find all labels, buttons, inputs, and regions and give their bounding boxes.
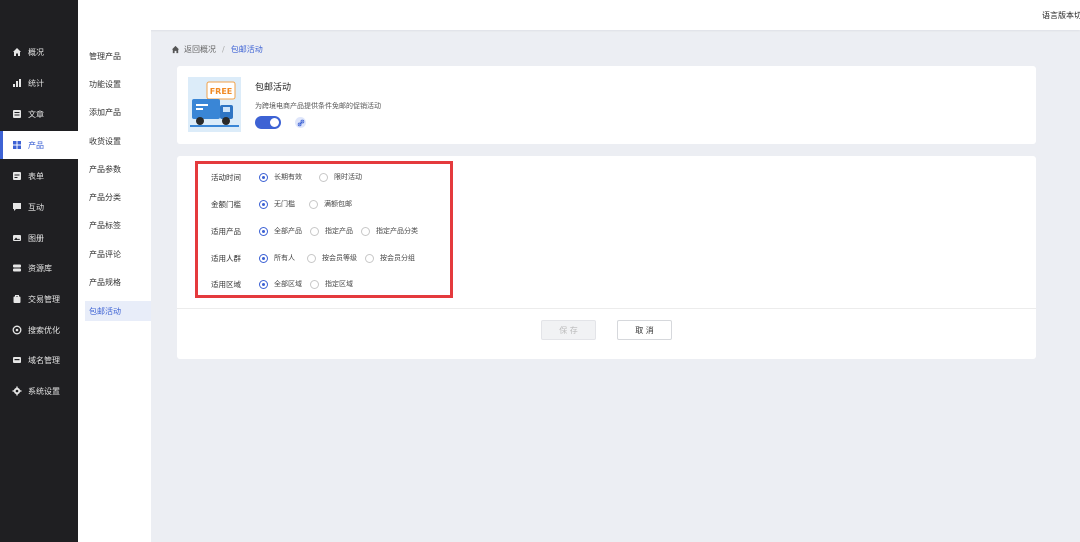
- promo-enable-toggle[interactable]: [255, 116, 281, 129]
- sidebar-item-domain[interactable]: 域名管理: [0, 346, 78, 374]
- submenu-item-label: 产品规格: [89, 277, 121, 287]
- submenu-item-label: 包邮活动: [89, 306, 121, 316]
- form-row-activity-time: 活动时间 长期有效 限时活动: [211, 171, 370, 183]
- promo-info-card: FREE 包邮活动 为跨境电商产品提供条件免邮的促销活动: [177, 66, 1036, 144]
- database-icon: [12, 263, 22, 273]
- form-row-applicable-products: 适用产品 全部产品 指定产品 指定产品分类: [211, 225, 426, 237]
- product-icon: [12, 140, 22, 150]
- sidebar-item-stats[interactable]: 统计: [0, 69, 78, 97]
- link-icon[interactable]: [295, 117, 306, 128]
- home-icon: [171, 45, 180, 53]
- sidebar-item-label: 互动: [28, 202, 44, 212]
- free-shipping-truck-image: FREE: [188, 77, 241, 132]
- product-submenu: 管理产品 功能设置 添加产品 收货设置 产品参数 产品分类 产品标签 产品评论 …: [78, 30, 151, 542]
- radio-member-group[interactable]: 按会员分组: [365, 253, 415, 263]
- radio-limited-time[interactable]: 限时活动: [319, 172, 362, 182]
- submenu-item-shipping-settings[interactable]: 收货设置: [85, 131, 151, 151]
- row-label: 金额门槛: [211, 199, 241, 209]
- sidebar-item-label: 图册: [28, 233, 44, 243]
- submenu-item-label: 产品标签: [89, 220, 121, 230]
- row-label: 适用区域: [211, 279, 241, 289]
- radio-everyone[interactable]: 所有人: [259, 253, 295, 263]
- breadcrumb-back-link[interactable]: 返回概况: [184, 44, 216, 55]
- row-label: 适用人群: [211, 253, 241, 263]
- submenu-item-label: 管理产品: [89, 51, 121, 61]
- gear-icon: [12, 386, 22, 396]
- submenu-item-label: 添加产品: [89, 107, 121, 117]
- sidebar-item-forms[interactable]: 表单: [0, 162, 78, 190]
- sidebar-item-label: 资源库: [28, 263, 52, 273]
- top-bar: 语言版本切: [78, 0, 1080, 30]
- main-sidebar: 概况 统计 文章 产品 表单 互动 图册 资源库 交易管理 搜索优化 域名管理: [0, 0, 78, 542]
- submenu-item-product-category[interactable]: 产品分类: [85, 187, 151, 207]
- submenu-item-manage-products[interactable]: 管理产品: [85, 46, 151, 66]
- sidebar-item-label: 交易管理: [28, 294, 60, 304]
- form-icon: [12, 171, 22, 181]
- save-button[interactable]: 保 存: [541, 320, 596, 340]
- promo-description: 为跨境电商产品提供条件免邮的促销活动: [255, 102, 381, 110]
- sidebar-item-label: 搜索优化: [28, 325, 60, 335]
- home-icon: [12, 47, 22, 57]
- sidebar-item-articles[interactable]: 文章: [0, 100, 78, 128]
- radio-all-products[interactable]: 全部产品: [259, 226, 302, 236]
- sidebar-item-label: 概况: [28, 47, 44, 57]
- sidebar-item-products[interactable]: 产品: [0, 131, 78, 159]
- article-icon: [12, 109, 22, 119]
- submenu-item-label: 产品参数: [89, 164, 121, 174]
- submenu-item-product-reviews[interactable]: 产品评论: [85, 244, 151, 264]
- submenu-item-label: 产品分类: [89, 192, 121, 202]
- sidebar-item-label: 文章: [28, 109, 44, 119]
- form-divider: [177, 308, 1036, 309]
- sidebar-item-settings[interactable]: 系统设置: [0, 377, 78, 405]
- breadcrumb: 返回概况 / 包邮活动: [171, 43, 263, 55]
- chat-icon: [12, 202, 22, 212]
- sidebar-item-label: 表单: [28, 171, 44, 181]
- submenu-item-add-product[interactable]: 添加产品: [85, 102, 151, 122]
- row-label: 活动时间: [211, 172, 241, 182]
- submenu-item-product-params[interactable]: 产品参数: [85, 159, 151, 179]
- trade-icon: [12, 294, 22, 304]
- logo-area: [0, 0, 78, 30]
- sidebar-item-interaction[interactable]: 互动: [0, 193, 78, 221]
- stats-icon: [12, 78, 22, 88]
- form-row-amount-threshold: 金额门槛 无门槛 满额包邮: [211, 198, 360, 210]
- free-label: FREE: [210, 87, 233, 96]
- breadcrumb-separator: /: [222, 44, 225, 54]
- radio-specific-regions[interactable]: 指定区域: [310, 279, 353, 289]
- submenu-item-label: 功能设置: [89, 79, 121, 89]
- domain-icon: [12, 355, 22, 365]
- submenu-item-product-specs[interactable]: 产品规格: [85, 272, 151, 292]
- form-row-applicable-audience: 适用人群 所有人 按会员等级 按会员分组: [211, 252, 423, 264]
- sidebar-item-label: 域名管理: [28, 355, 60, 365]
- sidebar-item-trade[interactable]: 交易管理: [0, 285, 78, 313]
- album-icon: [12, 233, 22, 243]
- submenu-item-product-tags[interactable]: 产品标签: [85, 215, 151, 235]
- promo-title: 包邮活动: [255, 83, 292, 93]
- sidebar-item-label: 系统设置: [28, 386, 60, 396]
- radio-no-threshold[interactable]: 无门槛: [259, 199, 295, 209]
- submenu-item-label: 收货设置: [89, 136, 121, 146]
- sidebar-item-album[interactable]: 图册: [0, 224, 78, 252]
- toggle-knob: [270, 118, 279, 127]
- radio-specific-products[interactable]: 指定产品: [310, 226, 353, 236]
- seo-icon: [12, 325, 22, 335]
- submenu-item-free-shipping[interactable]: 包邮活动: [85, 301, 151, 321]
- sidebar-item-label: 产品: [28, 140, 44, 150]
- sidebar-item-overview[interactable]: 概况: [0, 38, 78, 66]
- submenu-item-label: 产品评论: [89, 249, 121, 259]
- radio-member-level[interactable]: 按会员等级: [307, 253, 357, 263]
- radio-all-regions[interactable]: 全部区域: [259, 279, 302, 289]
- sidebar-item-label: 统计: [28, 78, 44, 88]
- cancel-button[interactable]: 取 消: [617, 320, 672, 340]
- sidebar-item-seo[interactable]: 搜索优化: [0, 316, 78, 344]
- row-label: 适用产品: [211, 226, 241, 236]
- form-row-applicable-region: 适用区域 全部区域 指定区域: [211, 278, 361, 290]
- radio-long-term[interactable]: 长期有效: [259, 172, 302, 182]
- sidebar-item-resources[interactable]: 资源库: [0, 254, 78, 282]
- submenu-item-feature-settings[interactable]: 功能设置: [85, 74, 151, 94]
- breadcrumb-current: 包邮活动: [230, 44, 263, 54]
- radio-specific-categories[interactable]: 指定产品分类: [361, 226, 418, 236]
- radio-min-amount[interactable]: 满额包邮: [309, 199, 352, 209]
- language-switch[interactable]: 语言版本切: [1042, 10, 1080, 21]
